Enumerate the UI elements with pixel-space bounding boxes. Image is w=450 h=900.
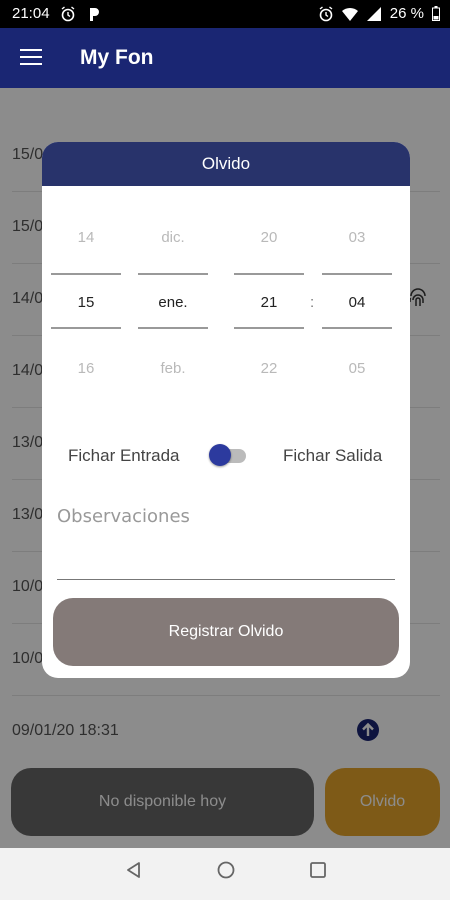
picker-divider [322, 273, 392, 275]
hour-picker[interactable]: 20 21 22 [234, 186, 304, 386]
alarm-icon [319, 5, 333, 21]
picker-divider [138, 273, 208, 275]
observaciones-placeholder: Observaciones [57, 506, 190, 527]
picker-divider [322, 327, 392, 329]
olvido-dialog: Olvido 14 15 16 dic. ene. feb. 20 21 22 … [42, 142, 410, 678]
picker-divider [51, 273, 121, 275]
picker-divider [138, 327, 208, 329]
menu-icon[interactable] [20, 49, 42, 66]
app-bar: My Fon [0, 28, 450, 88]
wifi-icon [341, 7, 358, 21]
picker-divider [234, 327, 304, 329]
system-nav-bar [0, 848, 450, 900]
hour-selected[interactable]: 21 [234, 294, 304, 311]
observaciones-input[interactable]: Observaciones [57, 506, 395, 580]
signal-icon [366, 6, 381, 21]
battery-percent: 26 % [389, 5, 424, 22]
status-time: 21:04 [12, 5, 50, 22]
app-title: My Fon [80, 46, 154, 69]
minute-selected[interactable]: 04 [322, 294, 392, 311]
day-picker[interactable]: 14 15 16 [51, 186, 121, 386]
day-next[interactable]: 16 [51, 360, 121, 377]
month-picker[interactable]: dic. ene. feb. [138, 186, 208, 386]
battery-icon [432, 6, 440, 21]
alarm-icon [61, 5, 74, 21]
hour-next[interactable]: 22 [234, 360, 304, 377]
day-selected[interactable]: 15 [51, 294, 121, 311]
fichar-entrada-label: Fichar Entrada [68, 446, 180, 465]
minute-prev[interactable]: 03 [322, 229, 392, 246]
parking-app-icon [89, 7, 99, 21]
fichar-salida-label: Fichar Salida [283, 446, 383, 465]
home-icon[interactable] [216, 860, 236, 880]
picker-divider [234, 273, 304, 275]
minute-next[interactable]: 05 [322, 360, 392, 377]
dialog-title: Olvido [42, 142, 410, 186]
hour-prev[interactable]: 20 [234, 229, 304, 246]
day-prev[interactable]: 14 [51, 229, 121, 246]
back-icon[interactable] [124, 860, 144, 880]
status-bar: 21:04 26 % [0, 0, 450, 28]
month-next[interactable]: feb. [138, 360, 208, 377]
recents-icon[interactable] [308, 860, 328, 880]
registrar-olvido-button[interactable]: Registrar Olvido [53, 598, 399, 666]
month-prev[interactable]: dic. [138, 229, 208, 246]
picker-divider [51, 327, 121, 329]
switch-knob[interactable] [209, 444, 231, 466]
minute-picker[interactable]: 03 04 05 [322, 186, 392, 386]
month-selected[interactable]: ene. [138, 294, 208, 311]
time-separator: : [310, 294, 315, 311]
